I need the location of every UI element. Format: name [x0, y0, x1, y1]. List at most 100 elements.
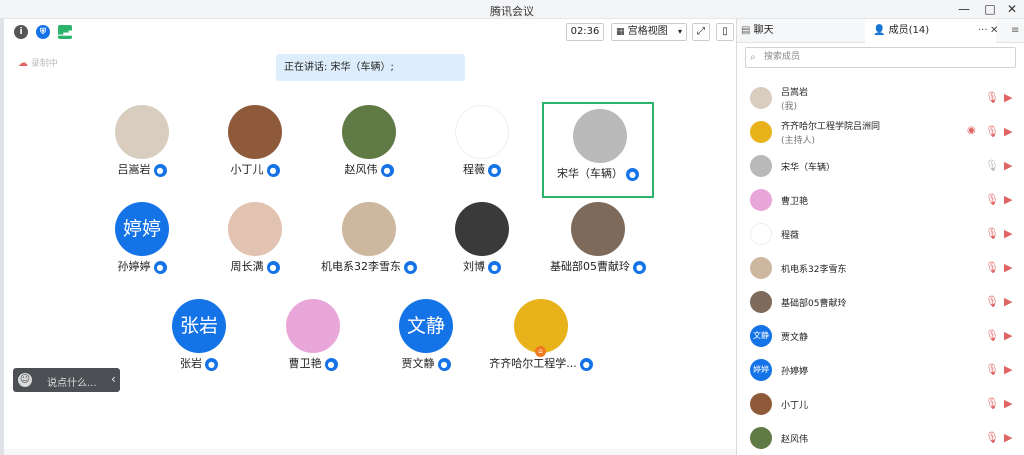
emoji-icon[interactable]: ☺ — [18, 373, 32, 387]
mic-icon: ● — [153, 163, 167, 177]
member-row[interactable]: 婷婷 孙婷婷 🎙 ▶ — [737, 353, 1024, 387]
member-row[interactable]: 吕嵩岩 (我) 🎙 ▶ — [737, 81, 1024, 115]
mic-icon: ● — [266, 163, 280, 177]
avatar — [573, 109, 627, 163]
participant-name-row: 刘博 ● — [426, 258, 538, 274]
participant-tile[interactable]: 刘博 ● — [426, 197, 538, 293]
avatar: 婷婷 — [115, 202, 169, 256]
camera-off-icon[interactable]: ▶ — [1004, 397, 1012, 410]
camera-off-icon[interactable]: ▶ — [1004, 363, 1012, 376]
member-avatar — [750, 87, 772, 109]
member-row[interactable]: 宋华（车辆） 🎙 ▶ — [737, 149, 1024, 183]
member-row[interactable]: 小丁儿 🎙 ▶ — [737, 387, 1024, 421]
mic-muted-icon[interactable]: 🎙 — [985, 261, 999, 274]
participant-name: 赵风伟 — [344, 163, 378, 176]
member-avatar: 婷婷 — [750, 359, 772, 381]
participant-tile[interactable]: 周长满 ● — [199, 197, 311, 293]
participant-tile[interactable]: 宋华（车辆） ● — [542, 102, 654, 198]
signal-icon[interactable]: ▁▃▅ — [58, 25, 74, 39]
info-icon[interactable]: i — [14, 25, 28, 39]
participant-name: 基础部05曹献玲 — [550, 260, 630, 273]
member-search-input[interactable]: ⌕ 搜索成员 — [745, 47, 1016, 68]
member-name: 孙婷婷 — [781, 367, 809, 377]
quick-chat-bar[interactable]: ☺ 说点什么... ‹ — [13, 368, 120, 392]
member-row[interactable]: 齐齐哈尔工程学院吕洲同 (主持人) ◉ 🎙 ▶ — [737, 115, 1024, 149]
participant-tile[interactable]: 吕嵩岩 ● — [86, 100, 198, 196]
camera-off-icon[interactable]: ▶ — [1004, 295, 1012, 308]
mic-muted-icon[interactable]: 🎙 — [985, 193, 999, 206]
participant-name: 齐齐哈尔工程学... — [489, 357, 577, 370]
watching-icon: ◉ — [967, 125, 976, 136]
participant-name: 吕嵩岩 — [117, 163, 151, 176]
avatar — [115, 105, 169, 159]
chevron-down-icon: ▾ — [677, 27, 682, 36]
participant-tile[interactable]: 基础部05曹献玲 ● — [542, 197, 654, 293]
mic-muted-icon[interactable]: 🎙 — [985, 397, 999, 410]
avatar — [286, 299, 340, 353]
member-row[interactable]: 曹卫艳 🎙 ▶ — [737, 183, 1024, 217]
mic-muted-icon[interactable]: 🎙 — [985, 227, 999, 240]
mic-icon: ● — [488, 260, 501, 274]
member-role: (我) — [781, 102, 798, 112]
maximize-button[interactable]: □ — [978, 1, 1002, 18]
mic-muted-icon[interactable]: 🎙 — [985, 125, 999, 138]
member-name: 程薇 — [781, 231, 800, 241]
participant-tile[interactable]: 小丁儿 ● — [199, 100, 311, 196]
toggle-sidebar-icon[interactable]: ▯ — [716, 23, 734, 41]
shield-icon[interactable]: ⛨ — [36, 25, 50, 39]
avatar — [342, 105, 396, 159]
participant-tile[interactable]: 曹卫艳 ● — [257, 294, 369, 390]
window-title: 腾讯会议 — [490, 5, 534, 18]
mic-muted-icon[interactable]: 🎙 — [985, 295, 999, 308]
mic-muted-icon[interactable]: 🎙 — [985, 329, 999, 342]
camera-off-icon[interactable]: ▶ — [1004, 159, 1012, 172]
camera-off-icon[interactable]: ▶ — [1004, 227, 1012, 240]
tab-chat[interactable]: ▤ 聊天 — [741, 19, 774, 43]
tab-members[interactable]: 👤 成员(14) — [873, 19, 929, 43]
member-row[interactable]: 赵风伟 🎙 ▶ — [737, 421, 1024, 455]
fullscreen-icon[interactable]: ⤢ — [692, 23, 710, 41]
camera-off-icon[interactable]: ▶ — [1004, 431, 1012, 444]
mic-muted-icon[interactable]: 🎙 — [985, 91, 999, 104]
mic-icon[interactable]: 🎙 — [985, 159, 999, 172]
participant-tile[interactable]: 张岩 张岩 ● — [143, 294, 255, 390]
participant-tile[interactable]: 文静 贾文静 ● — [370, 294, 482, 390]
camera-off-icon[interactable]: ▶ — [1004, 261, 1012, 274]
camera-off-icon[interactable]: ▶ — [1004, 91, 1012, 104]
member-avatar: 文静 — [750, 325, 772, 347]
mic-muted-icon[interactable]: 🎙 — [985, 363, 999, 376]
close-panel-icon[interactable]: ✕ — [990, 19, 998, 43]
member-row[interactable]: 文静 贾文静 🎙 ▶ — [737, 319, 1024, 353]
avatar — [514, 299, 568, 353]
chat-input-placeholder[interactable]: 说点什么... — [47, 374, 97, 389]
mic-muted-icon[interactable]: 🎙 — [985, 431, 999, 444]
bottom-toolbar-edge — [4, 449, 736, 455]
member-row[interactable]: 机电系32李雪东 🎙 ▶ — [737, 251, 1024, 285]
participant-tile[interactable]: 婷婷孙婷婷 ● — [86, 197, 198, 293]
participant-name-row: 贾文静 ● — [370, 355, 482, 371]
participant-tile[interactable]: 赵风伟 ● — [313, 100, 425, 196]
participant-tile[interactable]: 机电系32李雪东 ● — [313, 197, 425, 293]
participant-name-row: 孙婷婷 ● — [86, 258, 198, 274]
minimize-button[interactable]: — — [952, 1, 976, 18]
camera-off-icon[interactable]: ▶ — [1004, 329, 1012, 342]
close-button[interactable]: ✕ — [1000, 1, 1024, 18]
menu-icon[interactable]: ≡ — [1011, 19, 1019, 43]
grid-view-button[interactable]: ▦ 宫格视图 ▾ — [611, 23, 687, 41]
member-row[interactable]: 程薇 🎙 ▶ — [737, 217, 1024, 251]
search-icon: ⌕ — [750, 52, 756, 63]
camera-off-icon[interactable]: ▶ — [1004, 193, 1012, 206]
avatar: 张岩 — [172, 299, 226, 353]
more-options-icon[interactable]: ··· — [978, 19, 988, 43]
participant-name-row: 程薇 ● — [426, 161, 538, 177]
camera-off-icon[interactable]: ▶ — [1004, 125, 1012, 138]
participant-tile[interactable]: 程薇 ● — [426, 100, 538, 196]
speaking-banner: 正在讲话: 宋华（车辆）; — [276, 54, 465, 81]
participant-name: 贾文静 — [401, 357, 435, 370]
member-name: 宋华（车辆） — [781, 163, 836, 173]
collapse-chevron-icon[interactable]: ‹ — [111, 372, 116, 386]
members-panel: ▤ 聊天 👤 成员(14) ··· ✕ ≡ ⌕ 搜索成员 吕嵩岩 (我) 🎙 ▶ 齐齐哈… — [737, 19, 1024, 455]
member-row[interactable]: 基础部05曹献玲 🎙 ▶ — [737, 285, 1024, 319]
tab-chat-label: 聊天 — [753, 25, 774, 36]
participant-tile[interactable]: ⌂ 齐齐哈尔工程学... ● — [485, 294, 597, 390]
